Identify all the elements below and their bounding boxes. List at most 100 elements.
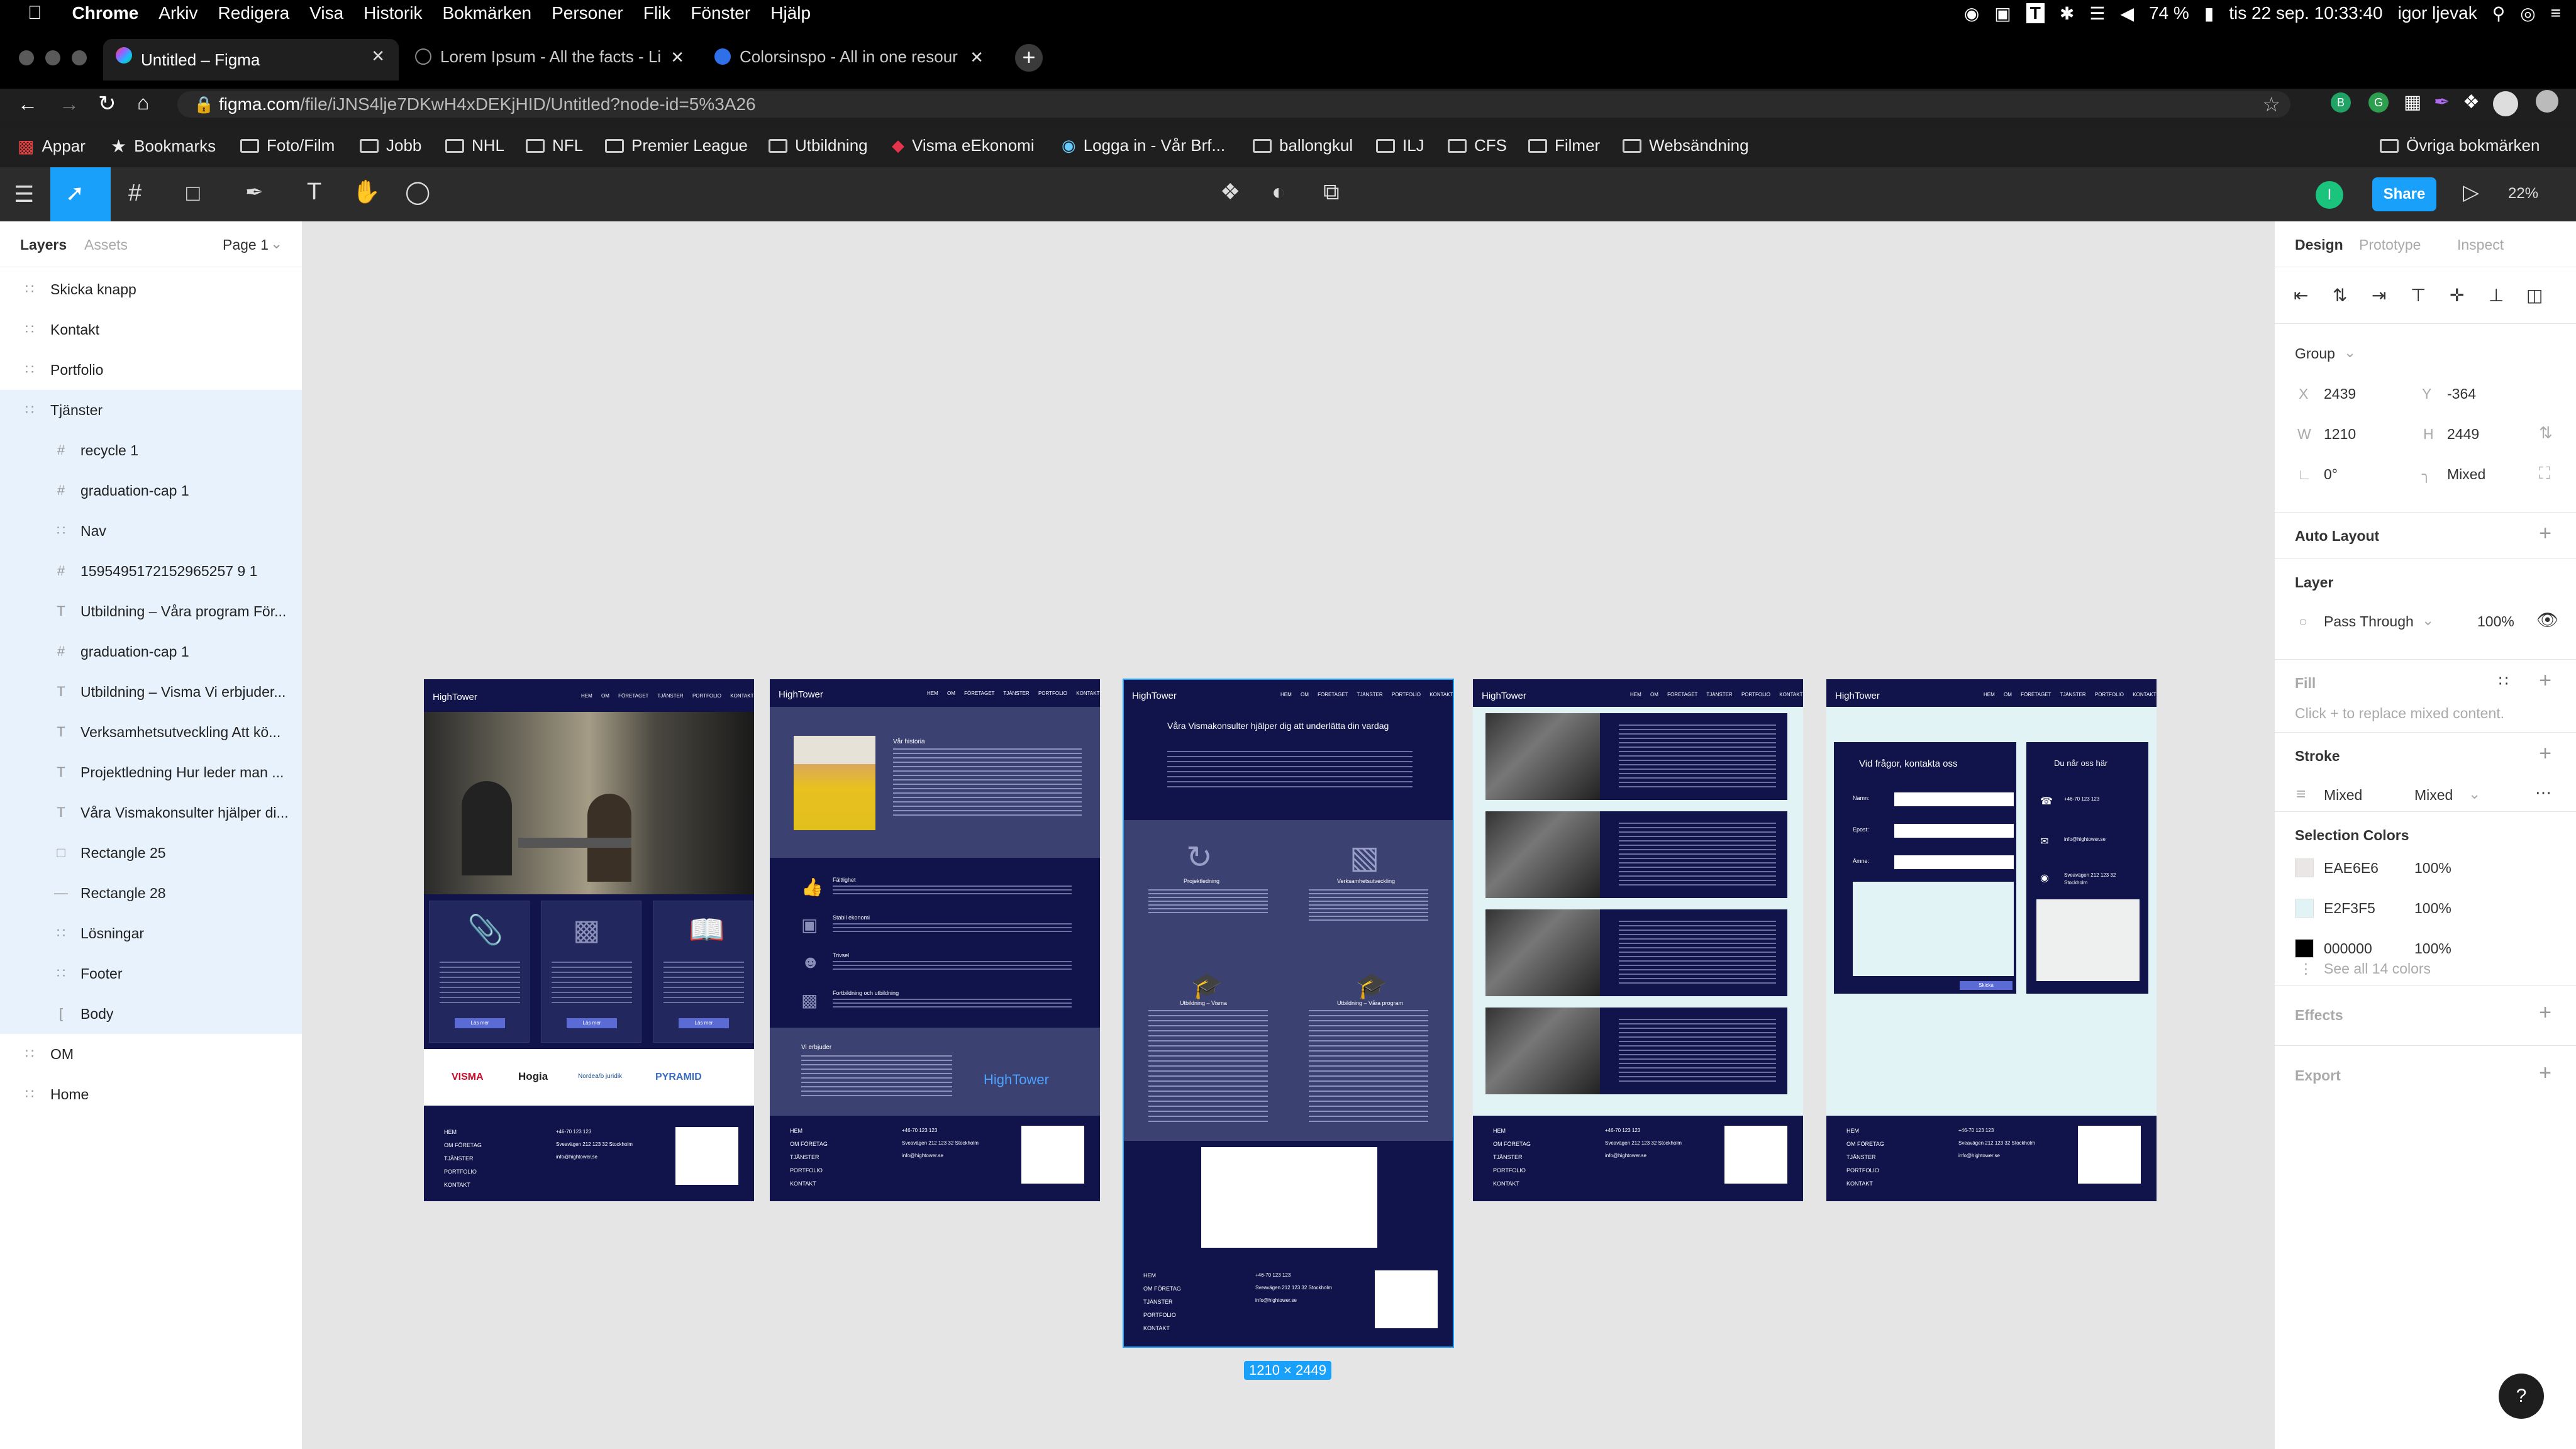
send-button[interactable]: Skicka	[1960, 981, 2012, 990]
style-grid-icon[interactable]: ∷	[2499, 672, 2508, 691]
boolean-icon[interactable]: ⧉	[1323, 179, 1340, 206]
menu-bokmarken[interactable]: Bokmärken	[432, 3, 541, 23]
card-button[interactable]: Läs mer	[567, 1018, 617, 1028]
align-bottom-icon[interactable]: ⊥	[2489, 285, 2504, 306]
bluetooth-icon[interactable]: ✱	[2060, 3, 2074, 24]
pen-tool-icon[interactable]: ✒	[245, 180, 264, 205]
tab-inspect[interactable]: Inspect	[2457, 236, 2504, 253]
window-close-dot[interactable]	[19, 50, 34, 65]
close-icon[interactable]: ✕	[371, 47, 385, 66]
bookmark-websandning[interactable]: Websändning	[1623, 136, 1749, 155]
service-card[interactable]: 📎 Läs mer	[429, 901, 530, 1043]
portfolio-item[interactable]	[1485, 811, 1787, 898]
color-opacity[interactable]: 100%	[2414, 940, 2451, 957]
bookmark-premier-league[interactable]: Premier League	[605, 136, 748, 155]
service-card[interactable]: ▩ Läs mer	[541, 901, 641, 1043]
bookmark-nfl[interactable]: NFL	[526, 136, 583, 155]
card-button[interactable]: Läs mer	[455, 1018, 505, 1028]
color-hex[interactable]: EAE6E6	[2324, 860, 2379, 877]
layer-row[interactable]: ∷ OM	[0, 1034, 302, 1074]
bookmark-visma[interactable]: ◆ Visma eEkonomi	[892, 136, 1035, 155]
battery-percent[interactable]: 74 %	[2149, 3, 2189, 23]
close-icon[interactable]: ✕	[970, 48, 984, 67]
layer-row[interactable]: ∷ Skicka knapp	[0, 269, 302, 309]
collaborator-avatar[interactable]: I	[2316, 181, 2343, 209]
layer-row[interactable]: # recycle 1	[0, 430, 302, 470]
see-all-colors-link[interactable]: See all 14 colors	[2324, 960, 2431, 977]
tab-prototype[interactable]: Prototype	[2359, 236, 2421, 253]
add-auto-layout-icon[interactable]: +	[2539, 521, 2551, 546]
home-icon[interactable]: ⌂	[137, 91, 149, 114]
layer-row[interactable]: ∷ Lösningar	[0, 913, 302, 953]
share-button[interactable]: Share	[2372, 177, 2436, 211]
h-field[interactable]: 2449	[2447, 426, 2479, 443]
tab-figma[interactable]: Untitled – Figma ✕	[103, 39, 399, 80]
frame-kontakt[interactable]: HighTower HEM OM FÖRETAGET TJÄNSTER PORT…	[1826, 679, 2157, 1201]
align-right-icon[interactable]: ⇥	[2372, 285, 2386, 306]
color-hex[interactable]: 000000	[2324, 940, 2372, 957]
shape-tool-icon[interactable]: □	[186, 180, 200, 206]
extension-pen-icon[interactable]: ✒	[2434, 91, 2450, 113]
extension-b-icon[interactable]: B	[2331, 92, 2351, 113]
layer-row[interactable]: ∷ Tjänster	[0, 390, 302, 430]
independent-corners-icon[interactable]: ⛶	[2539, 464, 2550, 484]
layer-row[interactable]: [Body	[0, 994, 302, 1034]
reload-icon[interactable]: ↻	[98, 91, 116, 116]
menu-personer[interactable]: Personer	[541, 3, 633, 23]
message-textarea[interactable]	[1853, 882, 2014, 976]
color-swatch[interactable]	[2295, 858, 2314, 877]
app-menu[interactable]: Chrome	[62, 3, 149, 23]
color-opacity[interactable]: 100%	[2414, 900, 2451, 917]
x-field[interactable]: 2439	[2324, 386, 2356, 402]
portfolio-item[interactable]	[1485, 909, 1787, 996]
bookmark-ballongkul[interactable]: ballongkul	[1253, 136, 1353, 155]
tab-assets[interactable]: Assets	[84, 236, 128, 253]
align-center-h-icon[interactable]: ⇅	[2333, 285, 2347, 306]
bookmark-ilj[interactable]: ILJ	[1376, 136, 1424, 155]
creative-cloud-icon[interactable]: ◉	[1964, 3, 1979, 24]
bookmark-foto-film[interactable]: Foto/Film	[240, 136, 335, 155]
constrain-proportions-icon[interactable]: ⇅	[2539, 423, 2553, 443]
opacity-field[interactable]: 100%	[2477, 613, 2514, 630]
align-middle-icon[interactable]: ✛	[2450, 285, 2464, 306]
layer-row[interactable]: ∷ Portfolio	[0, 350, 302, 390]
layer-row[interactable]: ∷ Home	[0, 1074, 302, 1114]
message-icon[interactable]: ▣	[1994, 3, 2011, 24]
stroke-more-icon[interactable]: ⋯	[2535, 783, 2551, 802]
add-effect-icon[interactable]: +	[2539, 1001, 2551, 1025]
bookmark-bookmarks[interactable]: ★ Bookmarks	[111, 136, 216, 157]
tab-design[interactable]: Design	[2295, 236, 2343, 253]
map-image[interactable]	[2036, 899, 2140, 981]
bookmark-nhl[interactable]: NHL	[445, 136, 504, 155]
radius-field[interactable]: Mixed	[2447, 466, 2485, 483]
subject-input[interactable]	[1894, 855, 2014, 869]
name-input[interactable]	[1894, 792, 2014, 806]
page-selector[interactable]: Page 1	[223, 236, 269, 253]
blend-mode-select[interactable]: Pass Through	[2324, 613, 2414, 630]
extension-grid-icon[interactable]: ▦	[2404, 91, 2421, 113]
add-fill-icon[interactable]: +	[2539, 669, 2551, 693]
bookmark-utbildning[interactable]: Utbildning	[769, 136, 868, 155]
frame-om[interactable]: HighTower HEM OM FÖRETAGET TJÄNSTER PORT…	[770, 679, 1100, 1201]
new-tab-icon[interactable]: +	[1015, 44, 1043, 72]
frame-home[interactable]: HighTower HEM OM FÖRETAGET TJÄNSTER PORT…	[424, 679, 754, 1201]
tab-colorsinspo[interactable]: Colorsinspo - All in one resour ✕	[702, 40, 997, 73]
extensions-puzzle-icon[interactable]: ❖	[2463, 91, 2480, 113]
apple-icon[interactable]: 	[18, 3, 52, 24]
search-icon[interactable]: ⚲	[2492, 3, 2506, 24]
comment-tool-icon[interactable]: ◯	[405, 179, 430, 205]
menu-hjalp[interactable]: Hjälp	[760, 3, 821, 23]
bookmark-var-brf[interactable]: ◉ Logga in - Vår Brf...	[1062, 136, 1225, 155]
stroke-weight-select[interactable]: Mixed	[2414, 787, 2453, 804]
forward-icon[interactable]: →	[59, 92, 79, 116]
align-top-icon[interactable]: ⊤	[2411, 285, 2426, 306]
frame-portfolio[interactable]: HighTower HEM OM FÖRETAGET TJÄNSTER PORT…	[1473, 679, 1803, 1201]
portfolio-item[interactable]	[1485, 1008, 1787, 1094]
clock[interactable]: tis 22 sep. 10:33:40	[2229, 3, 2382, 23]
color-hex[interactable]: E2F3F5	[2324, 900, 2375, 917]
hand-tool-icon[interactable]: ✋	[352, 179, 380, 205]
visibility-eye-icon[interactable]: 👁	[2536, 609, 2559, 630]
extension-g-icon[interactable]: G	[2368, 92, 2389, 113]
menu-historik[interactable]: Historik	[353, 3, 432, 23]
layer-row[interactable]: ∷ Footer	[0, 953, 302, 994]
